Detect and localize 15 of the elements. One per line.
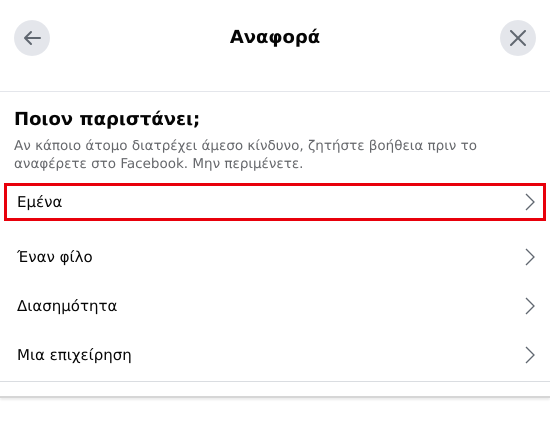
option-item[interactable]: Μια επιχείρηση [0,330,550,380]
option-item[interactable]: Εμένα [4,183,546,222]
section-heading: Ποιον παριστάνει; [14,108,202,132]
close-button[interactable] [500,20,536,56]
back-button[interactable] [14,20,50,56]
chevron-right-icon [525,346,535,364]
option-item[interactable]: Διασημότητα [0,281,550,330]
option-item[interactable]: Έναν φίλο [0,232,550,282]
description-text: Αν κάποιο άτομο διατρέχει άμεσο κίνδυνο, ζητήστε βοήθεια πριν το αναφέρετε στο Facebook. Μην περιμένετε. [14,137,478,174]
chevron-right-icon [525,248,535,266]
chevron-right-icon [525,193,535,212]
dialog-title: Αναφορά [230,26,320,50]
close-icon [510,30,526,46]
back-arrow-icon [23,30,41,46]
chevron-right-icon [525,296,535,315]
